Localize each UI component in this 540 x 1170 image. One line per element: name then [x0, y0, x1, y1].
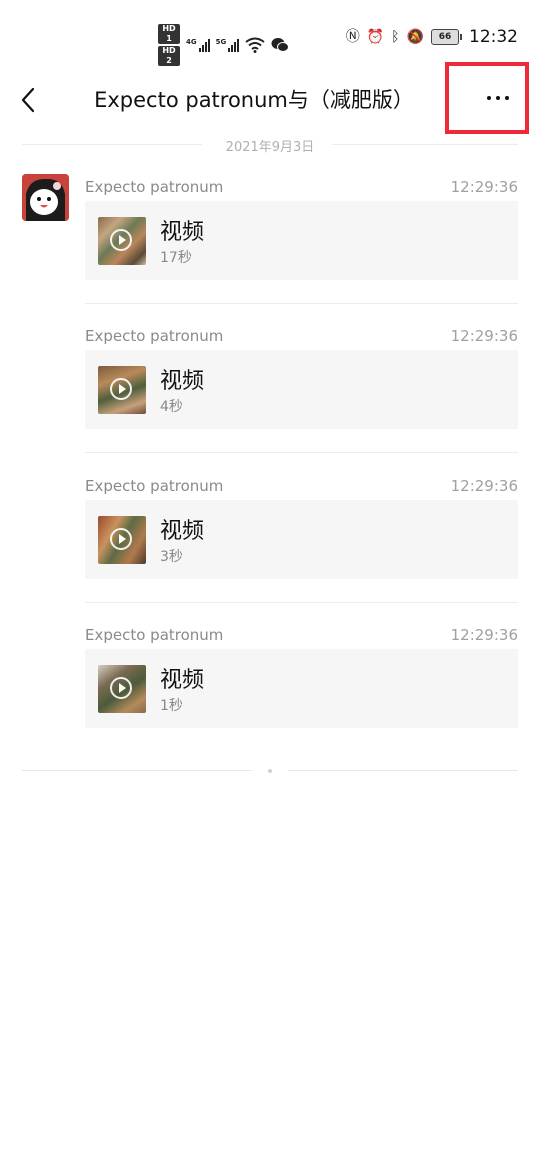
- wechat-icon: [271, 38, 290, 52]
- battery-icon: 66: [431, 29, 462, 45]
- date-label: 2021年9月3日: [225, 140, 315, 155]
- message-time: 12:29:36: [450, 626, 518, 644]
- wifi-icon: [245, 37, 265, 53]
- status-bar-right: Ⓝ ⏰ ᛒ 🔕 66 12:32: [346, 27, 518, 47]
- separator-dot: [268, 769, 272, 773]
- play-icon: [110, 229, 132, 251]
- video-thumbnail: [98, 366, 146, 414]
- message-time: 12:29:36: [450, 327, 518, 345]
- video-duration: 3秒: [160, 549, 183, 565]
- video-card[interactable]: 视频 4秒: [85, 350, 518, 429]
- more-options-button[interactable]: [478, 84, 518, 112]
- hd1-badge: HD 1: [158, 24, 180, 44]
- video-label: 视频: [160, 519, 205, 544]
- nfc-icon: Ⓝ: [345, 29, 360, 45]
- hd2-badge: HD 2: [158, 46, 180, 66]
- chevron-left-icon: [21, 87, 35, 113]
- signal-4g-icon: 4G: [186, 38, 210, 52]
- date-separator: 2021年9月3日: [22, 136, 518, 155]
- avatar[interactable]: [22, 174, 69, 221]
- message-time: 12:29:36: [450, 178, 518, 196]
- video-duration: 1秒: [160, 698, 183, 714]
- video-card[interactable]: 视频 17秒: [85, 201, 518, 280]
- dot-icon: [505, 96, 509, 100]
- status-bar-left: HD 1 HD 2 4G 5G: [158, 24, 290, 66]
- video-card[interactable]: 视频 1秒: [85, 649, 518, 728]
- avatar-image: [22, 174, 69, 221]
- alarm-icon: ⏰: [366, 29, 385, 45]
- divider: [85, 303, 518, 304]
- video-label: 视频: [160, 220, 205, 245]
- play-icon: [110, 677, 132, 699]
- video-thumbnail: [98, 217, 146, 265]
- video-thumbnail: [98, 516, 146, 564]
- divider: [85, 602, 518, 603]
- play-icon: [110, 528, 132, 550]
- dot-icon: [496, 96, 500, 100]
- signal-5g-icon: 5G: [216, 38, 240, 52]
- video-card[interactable]: 视频 3秒: [85, 500, 518, 579]
- divider: [85, 452, 518, 453]
- mute-icon: 🔕: [406, 29, 424, 45]
- dot-icon: [487, 96, 491, 100]
- header: Expecto patronum与（减肥版）: [0, 62, 540, 134]
- video-duration: 17秒: [160, 250, 192, 266]
- page-title: Expecto patronum与（减肥版）: [94, 88, 414, 112]
- end-of-list-separator: [22, 769, 518, 773]
- clock: 12:32: [469, 27, 518, 47]
- sender-name: Expecto patronum: [85, 626, 224, 644]
- video-duration: 4秒: [160, 399, 183, 415]
- video-label: 视频: [160, 369, 205, 394]
- play-icon: [110, 378, 132, 400]
- sender-name: Expecto patronum: [85, 477, 224, 495]
- bluetooth-icon: ᛒ: [391, 29, 400, 45]
- sender-name: Expecto patronum: [85, 327, 224, 345]
- video-thumbnail: [98, 665, 146, 713]
- back-button[interactable]: [14, 80, 42, 120]
- sender-name: Expecto patronum: [85, 178, 224, 196]
- message-time: 12:29:36: [450, 477, 518, 495]
- video-label: 视频: [160, 668, 205, 693]
